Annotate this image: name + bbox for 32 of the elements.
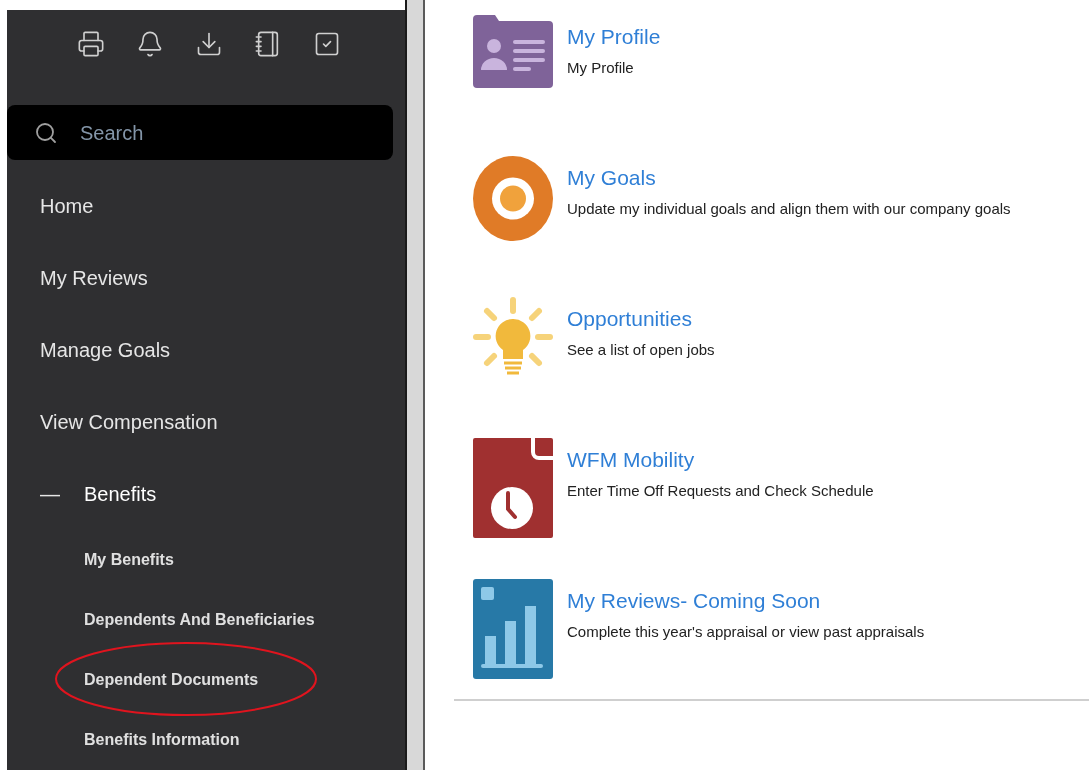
- bar-chart-icon: [473, 579, 553, 679]
- nav-item[interactable]: Home: [40, 191, 94, 221]
- app-description: Enter Time Off Requests and Check Schedule: [567, 481, 874, 501]
- nav-item[interactable]: Benefits: [84, 479, 157, 509]
- app-link[interactable]: Opportunities: [567, 305, 715, 333]
- app-link[interactable]: My Goals: [567, 164, 1011, 192]
- collapse-toggle[interactable]: —: [40, 479, 60, 509]
- profile-card-icon: [473, 15, 553, 88]
- clock-document-icon: [473, 438, 553, 538]
- search-icon: [34, 120, 58, 145]
- checkbox-icon[interactable]: [313, 30, 341, 58]
- scrollbar[interactable]: [405, 0, 425, 770]
- app-link[interactable]: WFM Mobility: [567, 446, 874, 474]
- printer-icon[interactable]: [77, 30, 105, 58]
- nav-subitem[interactable]: Dependent Documents: [84, 671, 259, 688]
- nav-subitem[interactable]: Dependents And Beneficiaries: [84, 611, 315, 628]
- nav-item[interactable]: Manage Goals: [40, 335, 171, 365]
- app-link[interactable]: My Profile: [567, 23, 661, 51]
- target-icon: [473, 156, 553, 241]
- nav-subitem[interactable]: My Benefits: [84, 551, 174, 568]
- app-description: Complete this year's appraisal or view past appraisals: [567, 622, 925, 642]
- app-description: Update my individual goals and align them with our company goals: [567, 199, 1011, 219]
- nav-item[interactable]: My Reviews: [40, 263, 148, 293]
- search-bar[interactable]: Search: [7, 105, 393, 160]
- bell-icon[interactable]: [136, 30, 164, 58]
- search-field[interactable]: Search: [80, 117, 330, 148]
- app-description: See a list of open jobs: [567, 340, 715, 360]
- app-link[interactable]: My Reviews- Coming Soon: [567, 587, 925, 615]
- download-icon[interactable]: [195, 30, 223, 58]
- nav-subitem[interactable]: Benefits Information: [84, 731, 240, 748]
- app-description: My Profile: [567, 58, 635, 78]
- nav-item[interactable]: View Compensation: [40, 407, 218, 437]
